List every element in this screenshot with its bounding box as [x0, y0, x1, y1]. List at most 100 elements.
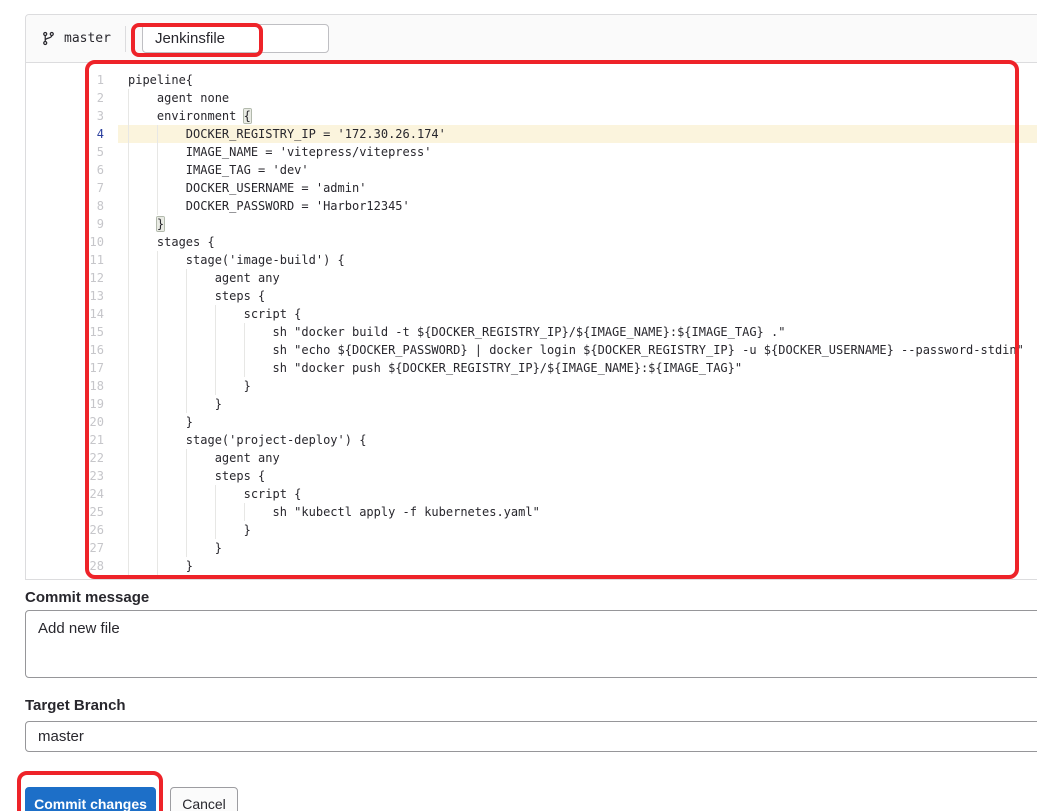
- cancel-button[interactable]: Cancel: [170, 787, 238, 811]
- line-number[interactable]: 24: [26, 485, 104, 503]
- code-line[interactable]: 17 sh "docker push ${DOCKER_REGISTRY_IP}…: [26, 359, 1037, 377]
- code-line[interactable]: 25 sh "kubectl apply -f kubernetes.yaml": [26, 503, 1037, 521]
- line-number[interactable]: 3: [26, 107, 104, 125]
- code-line[interactable]: 4 DOCKER_REGISTRY_IP = '172.30.26.174': [26, 125, 1037, 143]
- code-line[interactable]: 11 stage('image-build') {: [26, 251, 1037, 269]
- code-line[interactable]: 2 agent none: [26, 89, 1037, 107]
- line-content[interactable]: }: [118, 521, 1037, 539]
- line-content[interactable]: sh "docker build -t ${DOCKER_REGISTRY_IP…: [118, 323, 1037, 341]
- code-line[interactable]: 1 pipeline{: [26, 71, 1037, 89]
- line-number[interactable]: 17: [26, 359, 104, 377]
- filename-input[interactable]: [142, 24, 329, 53]
- code-line[interactable]: 15 sh "docker build -t ${DOCKER_REGISTRY…: [26, 323, 1037, 341]
- line-number[interactable]: 16: [26, 341, 104, 359]
- code-line[interactable]: 12 agent any: [26, 269, 1037, 287]
- line-content[interactable]: agent any: [118, 269, 1037, 287]
- line-content[interactable]: stage('project-deploy') {: [118, 431, 1037, 449]
- code-line[interactable]: 26 }: [26, 521, 1037, 539]
- code-line[interactable]: 9 }: [26, 215, 1037, 233]
- line-content[interactable]: }: [118, 539, 1037, 557]
- line-content[interactable]: agent any: [118, 449, 1037, 467]
- code-line[interactable]: 28 }: [26, 557, 1037, 575]
- line-number[interactable]: 25: [26, 503, 104, 521]
- line-content[interactable]: }: [118, 215, 1037, 233]
- code-line[interactable]: 8 DOCKER_PASSWORD = 'Harbor12345': [26, 197, 1037, 215]
- line-number[interactable]: 10: [26, 233, 104, 251]
- code-line[interactable]: 24 script {: [26, 485, 1037, 503]
- code-line[interactable]: 27 }: [26, 539, 1037, 557]
- line-content[interactable]: steps {: [118, 287, 1037, 305]
- line-number[interactable]: 6: [26, 161, 104, 179]
- indent-guide-line: [186, 503, 187, 521]
- line-number[interactable]: 5: [26, 143, 104, 161]
- line-content[interactable]: sh "kubectl apply -f kubernetes.yaml": [118, 503, 1037, 521]
- code-line[interactable]: 7 DOCKER_USERNAME = 'admin': [26, 179, 1037, 197]
- line-number[interactable]: 1: [26, 71, 104, 89]
- line-content[interactable]: sh "docker push ${DOCKER_REGISTRY_IP}/${…: [118, 359, 1037, 377]
- line-number[interactable]: 12: [26, 269, 104, 287]
- code-line[interactable]: 13 steps {: [26, 287, 1037, 305]
- line-number[interactable]: 19: [26, 395, 104, 413]
- line-content[interactable]: stages {: [118, 233, 1037, 251]
- line-number[interactable]: 8: [26, 197, 104, 215]
- line-content[interactable]: IMAGE_TAG = 'dev': [118, 161, 1037, 179]
- target-branch-input[interactable]: [25, 721, 1037, 752]
- line-number[interactable]: 27: [26, 539, 104, 557]
- commit-changes-button[interactable]: Commit changes: [25, 787, 156, 811]
- code-line[interactable]: 23 steps {: [26, 467, 1037, 485]
- line-content[interactable]: stage('image-build') {: [118, 251, 1037, 269]
- code-line[interactable]: 16 sh "echo ${DOCKER_PASSWORD} | docker …: [26, 341, 1037, 359]
- code-editor[interactable]: 1pipeline{2 agent none3 environment {4 D…: [26, 63, 1037, 579]
- code-line[interactable]: 18 }: [26, 377, 1037, 395]
- line-content[interactable]: steps {: [118, 467, 1037, 485]
- line-content[interactable]: pipeline{: [118, 71, 1037, 89]
- line-number[interactable]: 28: [26, 557, 104, 575]
- line-number[interactable]: 2: [26, 89, 104, 107]
- indent-guide-line: [128, 413, 129, 431]
- code-line[interactable]: 19 }: [26, 395, 1037, 413]
- indent-guide-line: [128, 323, 129, 341]
- line-content[interactable]: environment {: [118, 107, 1037, 125]
- line-number[interactable]: 9: [26, 215, 104, 233]
- indent-guide-line: [128, 485, 129, 503]
- line-content[interactable]: agent none: [118, 89, 1037, 107]
- line-content[interactable]: }: [118, 413, 1037, 431]
- line-content[interactable]: sh "echo ${DOCKER_PASSWORD} | docker log…: [118, 341, 1037, 359]
- line-content[interactable]: DOCKER_USERNAME = 'admin': [118, 179, 1037, 197]
- commit-message-textarea[interactable]: Add new file: [25, 610, 1037, 678]
- line-content[interactable]: script {: [118, 485, 1037, 503]
- line-number[interactable]: 18: [26, 377, 104, 395]
- indent-guide-line: [128, 467, 129, 485]
- code-line[interactable]: 10 stages {: [26, 233, 1037, 251]
- code-line[interactable]: 22 agent any: [26, 449, 1037, 467]
- indent-guide-line: [128, 215, 129, 233]
- line-content[interactable]: }: [118, 377, 1037, 395]
- indent-guide-line: [186, 323, 187, 341]
- line-number[interactable]: 14: [26, 305, 104, 323]
- line-content[interactable]: IMAGE_NAME = 'vitepress/vitepress': [118, 143, 1037, 161]
- code-line[interactable]: 5 IMAGE_NAME = 'vitepress/vitepress': [26, 143, 1037, 161]
- indent-guide-line: [157, 341, 158, 359]
- line-number[interactable]: 26: [26, 521, 104, 539]
- indent-guide-line: [157, 467, 158, 485]
- line-number[interactable]: 11: [26, 251, 104, 269]
- code-line[interactable]: 14 script {: [26, 305, 1037, 323]
- line-number[interactable]: 15: [26, 323, 104, 341]
- line-content[interactable]: script {: [118, 305, 1037, 323]
- line-number[interactable]: 20: [26, 413, 104, 431]
- line-content[interactable]: }: [118, 557, 1037, 575]
- code-line[interactable]: 20 }: [26, 413, 1037, 431]
- line-number[interactable]: 13: [26, 287, 104, 305]
- line-content[interactable]: DOCKER_PASSWORD = 'Harbor12345': [118, 197, 1037, 215]
- line-number[interactable]: 23: [26, 467, 104, 485]
- indent-guide-line: [128, 539, 129, 557]
- code-line[interactable]: 21 stage('project-deploy') {: [26, 431, 1037, 449]
- line-content[interactable]: DOCKER_REGISTRY_IP = '172.30.26.174': [118, 125, 1037, 143]
- line-number[interactable]: 7: [26, 179, 104, 197]
- line-content[interactable]: }: [118, 395, 1037, 413]
- code-line[interactable]: 3 environment {: [26, 107, 1037, 125]
- line-number[interactable]: 4: [26, 125, 104, 143]
- line-number[interactable]: 21: [26, 431, 104, 449]
- code-line[interactable]: 6 IMAGE_TAG = 'dev': [26, 161, 1037, 179]
- line-number[interactable]: 22: [26, 449, 104, 467]
